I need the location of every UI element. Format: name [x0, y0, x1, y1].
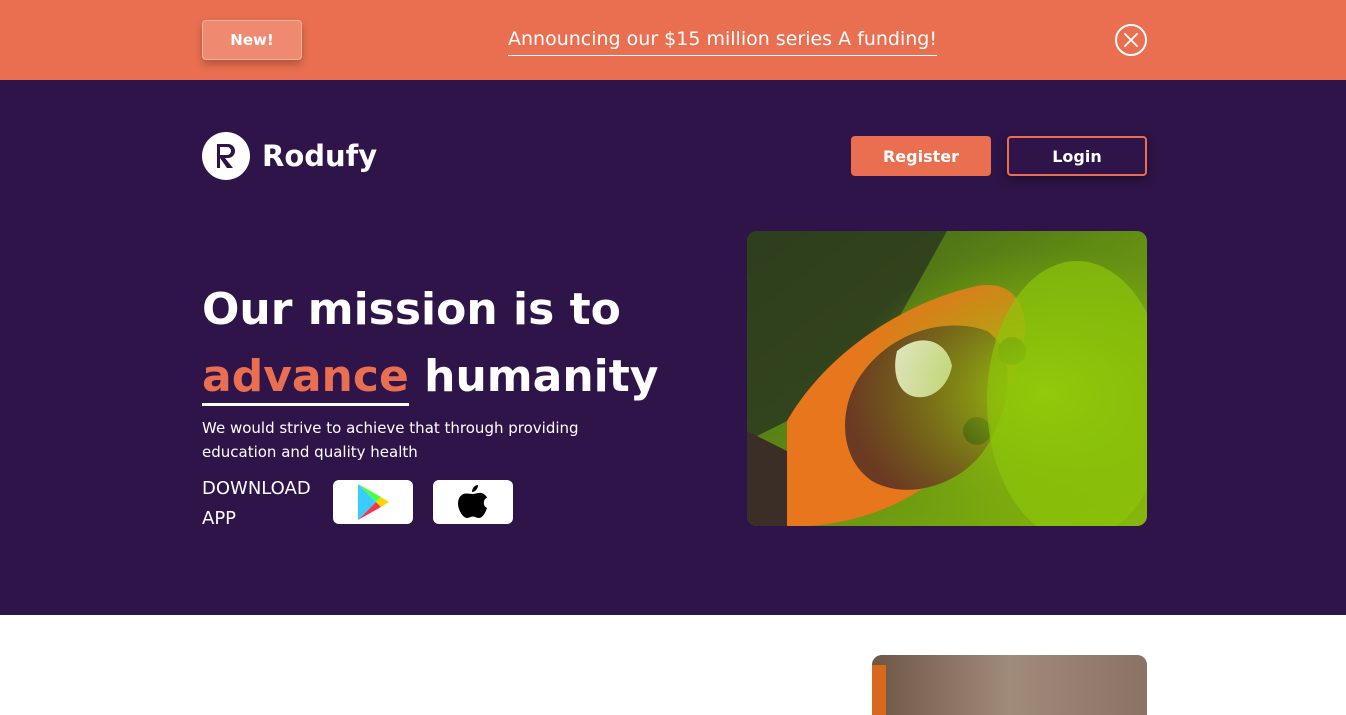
login-button[interactable]: Login — [1007, 136, 1147, 176]
headline-line-1: Our mission is to — [202, 284, 621, 335]
headline-rest: humanity — [408, 351, 659, 402]
announcement-link[interactable]: Announcing our $15 million series A fund… — [508, 26, 937, 56]
app-store-button[interactable] — [433, 480, 513, 524]
headline-line-2: advance humanity — [202, 349, 658, 406]
close-icon — [1124, 33, 1138, 47]
logo-icon — [217, 144, 235, 168]
hero-subtext: We would strive to achieve that through … — [202, 419, 579, 461]
new-badge-button[interactable]: New! — [202, 20, 302, 60]
google-play-button[interactable] — [333, 480, 413, 524]
secondary-photo — [872, 655, 1147, 715]
download-app-label: DOWNLOAD APP — [202, 478, 311, 529]
brand-logo[interactable] — [202, 132, 250, 180]
headline-accent-word: advance — [202, 351, 409, 406]
apple-icon — [458, 485, 487, 518]
hero-photo — [747, 231, 1147, 526]
brand-name[interactable]: Rodufy — [262, 137, 377, 175]
register-button[interactable]: Register — [851, 136, 991, 176]
close-banner-button[interactable] — [1115, 24, 1147, 56]
google-play-icon — [358, 484, 389, 520]
announcement-banner: New! Announcing our $15 million series A… — [0, 0, 1346, 80]
